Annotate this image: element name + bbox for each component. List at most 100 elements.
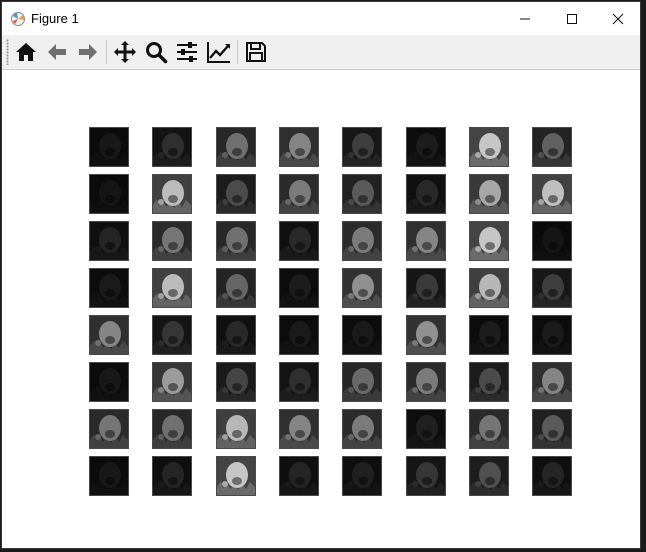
feature-map-thumbnail [89,362,129,402]
hedgehog-silhouette [343,316,381,354]
configure-subplots-icon [177,42,197,62]
hedgehog-silhouette [343,222,381,260]
save-button[interactable] [242,38,270,66]
hedgehog-silhouette [280,316,318,354]
hedgehog-silhouette [280,222,318,260]
feature-map-thumbnail [216,315,256,355]
feature-map-thumbnail [279,409,319,449]
feature-map-thumbnail [406,315,446,355]
feature-map-thumbnail [152,221,192,261]
feature-map-thumbnail [89,315,129,355]
forward-arrow-icon [79,44,97,60]
hedgehog-silhouette [153,457,191,495]
hedgehog-silhouette [90,175,128,213]
hedgehog-silhouette [90,457,128,495]
feature-map-thumbnail [216,409,256,449]
close-button[interactable] [595,2,640,35]
feature-map-thumbnail [469,315,509,355]
back-arrow-icon [48,44,66,60]
feature-map-thumbnail [532,221,572,261]
feature-map-thumbnail [406,221,446,261]
feature-map-thumbnail [469,409,509,449]
hedgehog-silhouette [90,316,128,354]
feature-map-thumbnail [406,409,446,449]
feature-map-thumbnail [406,174,446,214]
feature-map-thumbnail [89,127,129,167]
zoom-magnifier-icon [146,42,168,64]
feature-map-thumbnail [279,127,319,167]
feature-map-thumbnail [152,409,192,449]
hedgehog-silhouette [280,128,318,166]
feature-map-thumbnail [152,362,192,402]
hedgehog-silhouette [153,363,191,401]
matplotlib-app-icon [11,12,25,26]
feature-map-thumbnail [469,221,509,261]
feature-map-thumbnail [279,315,319,355]
feature-map-thumbnail [279,268,319,308]
pan-button[interactable] [111,38,139,66]
feature-map-thumbnail [89,268,129,308]
hedgehog-silhouette [533,363,571,401]
title-bar[interactable]: Figure 1 [2,2,640,35]
edit-axes-button[interactable] [205,38,233,66]
minimize-icon [520,18,530,19]
toolbar-separator [106,40,107,64]
feature-map-thumbnail [89,221,129,261]
feature-map-thumbnail [216,174,256,214]
hedgehog-silhouette [280,363,318,401]
minimize-button[interactable] [502,2,548,35]
hedgehog-silhouette [90,269,128,307]
hedgehog-silhouette [217,222,255,260]
hedgehog-silhouette [153,175,191,213]
feature-map-thumbnail [152,174,192,214]
feature-map-thumbnail [342,409,382,449]
home-icon [16,43,36,61]
hedgehog-silhouette [533,269,571,307]
hedgehog-silhouette [90,128,128,166]
feature-map-thumbnail [532,127,572,167]
feature-map-thumbnail [532,456,572,496]
toolbar-grip[interactable] [6,39,9,65]
hedgehog-silhouette [407,128,445,166]
hedgehog-silhouette [217,316,255,354]
toolbar-separator [237,40,238,64]
hedgehog-silhouette [217,128,255,166]
hedgehog-silhouette [217,363,255,401]
hedgehog-silhouette [407,410,445,448]
maximize-button[interactable] [549,2,595,35]
feature-map-thumbnail [89,456,129,496]
feature-map-thumbnail [342,221,382,261]
feature-map-thumbnail [89,409,129,449]
configure-subplots-button[interactable] [173,38,201,66]
feature-map-thumbnail [342,127,382,167]
feature-map-thumbnail [279,456,319,496]
hedgehog-silhouette [153,410,191,448]
hedgehog-silhouette [217,457,255,495]
feature-map-thumbnail [532,409,572,449]
back-button[interactable] [43,38,71,66]
feature-map-thumbnail [342,174,382,214]
forward-button[interactable] [74,38,102,66]
zoom-button[interactable] [142,38,170,66]
hedgehog-silhouette [280,175,318,213]
maximize-icon [567,13,577,24]
hedgehog-silhouette [217,175,255,213]
feature-map-thumbnail [342,456,382,496]
hedgehog-silhouette [470,222,508,260]
hedgehog-silhouette [470,269,508,307]
home-button[interactable] [12,38,40,66]
feature-map-thumbnail [406,127,446,167]
hedgehog-silhouette [533,128,571,166]
feature-map-thumbnail [469,268,509,308]
feature-map-thumbnail [216,268,256,308]
hedgehog-silhouette [533,316,571,354]
hedgehog-silhouette [343,410,381,448]
hedgehog-silhouette [533,175,571,213]
hedgehog-silhouette [280,457,318,495]
hedgehog-silhouette [217,410,255,448]
feature-map-thumbnail [216,362,256,402]
hedgehog-silhouette [217,269,255,307]
hedgehog-silhouette [470,457,508,495]
hedgehog-silhouette [280,269,318,307]
figure-canvas[interactable] [2,70,640,548]
